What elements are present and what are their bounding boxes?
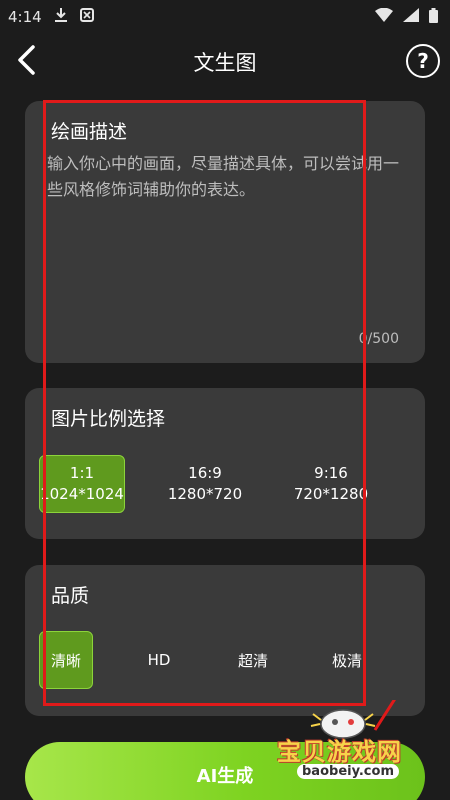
ai-generate-button[interactable]: AI生成	[25, 742, 425, 800]
top-app-bar: 文生图 ?	[0, 34, 450, 88]
quality-option-label: 超清	[237, 651, 268, 670]
help-button[interactable]: ?	[406, 44, 440, 78]
description-card: 绘画描述 输入你心中的画面，尽量描述具体，可以尝试用一些风格修饰词辅助你的表达。…	[25, 101, 425, 363]
help-icon: ?	[417, 49, 429, 73]
page-title: 文生图	[193, 51, 257, 75]
character-counter: 0/500	[358, 331, 399, 347]
wifi-icon	[375, 7, 393, 26]
status-right	[375, 7, 438, 27]
quality-option-ultra[interactable]: 超清	[223, 631, 283, 689]
quality-title: 品质	[51, 585, 90, 607]
quality-option-label: HD	[147, 651, 171, 669]
signal-icon	[403, 8, 419, 26]
quality-option-label: 清晰	[50, 651, 81, 670]
ratio-option-ratio: 16:9	[188, 464, 222, 482]
ratio-option-size: 720*1280	[293, 485, 369, 503]
battery-icon	[429, 7, 438, 27]
ratio-title: 图片比例选择	[51, 408, 166, 430]
ratio-card: 图片比例选择 1:1 1024*1024 16:9 1280*720 9:16 …	[25, 388, 425, 539]
ratio-option-ratio: 9:16	[314, 464, 348, 482]
ratio-option-size: 1024*1024	[40, 485, 124, 503]
quality-option-extreme[interactable]: 极清	[317, 631, 377, 689]
ratio-option-size: 1280*720	[167, 485, 243, 503]
quality-option-label: 极清	[331, 651, 362, 670]
ratio-option-ratio: 1:1	[69, 464, 95, 482]
ratio-option-16-9[interactable]: 16:9 1280*720	[155, 455, 255, 513]
download-icon	[54, 7, 68, 27]
ratio-option-1-1[interactable]: 1:1 1024*1024	[39, 455, 125, 513]
description-title: 绘画描述	[51, 121, 128, 143]
quality-option-hd[interactable]: HD	[129, 631, 189, 689]
app-icon	[79, 8, 94, 26]
quality-card: 品质 清晰 HD 超清 极清	[25, 565, 425, 716]
description-input[interactable]: 输入你心中的画面，尽量描述具体，可以尝试用一些风格修饰词辅助你的表达。	[47, 151, 403, 321]
status-time: 4:14	[8, 8, 42, 26]
status-bar: 4:14	[0, 0, 450, 34]
quality-option-clear[interactable]: 清晰	[39, 631, 93, 689]
status-left: 4:14	[8, 7, 94, 27]
ratio-option-9-16[interactable]: 9:16 720*1280	[281, 455, 381, 513]
ai-generate-label: AI生成	[196, 766, 254, 787]
